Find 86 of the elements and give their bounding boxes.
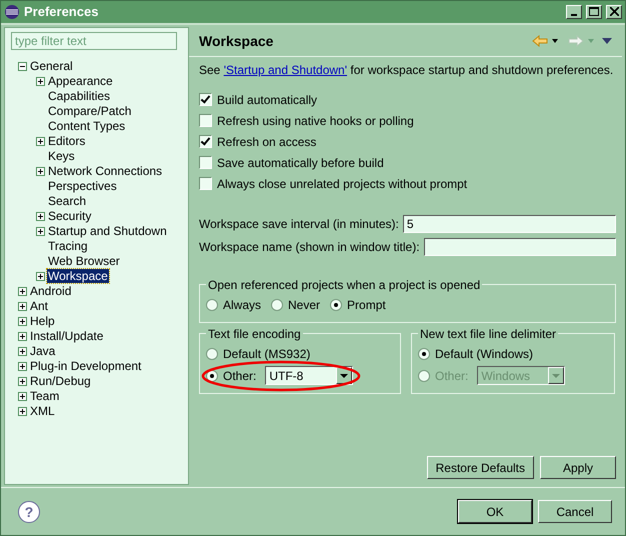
tree-item[interactable]: Help bbox=[29, 314, 56, 328]
expand-toggle[interactable] bbox=[36, 76, 45, 86]
menu-caret-icon[interactable] bbox=[602, 38, 612, 44]
app-icon bbox=[4, 4, 20, 20]
tree-item[interactable]: Java bbox=[29, 344, 56, 358]
expand-toggle[interactable] bbox=[18, 406, 27, 416]
group-title: New text file line delimiter bbox=[419, 326, 558, 341]
radio-button[interactable] bbox=[418, 348, 430, 360]
expand-toggle[interactable] bbox=[18, 286, 27, 296]
radio-label: Never bbox=[288, 298, 320, 312]
checkbox-label: Save automatically before build bbox=[217, 156, 384, 170]
radio-label: Other: bbox=[223, 368, 256, 383]
input-field[interactable]: 5 bbox=[402, 214, 616, 233]
minimize-button[interactable] bbox=[566, 4, 582, 19]
tree-item[interactable]: Content Types bbox=[47, 119, 126, 134]
checkbox-label: Build automatically bbox=[217, 92, 318, 107]
radio-label: Default (Windows) bbox=[435, 346, 534, 361]
radio-button[interactable] bbox=[330, 298, 342, 311]
tree-item[interactable]: Startup and Shutdown bbox=[47, 224, 168, 238]
dialog-button[interactable]: Cancel bbox=[538, 500, 612, 524]
tree-item[interactable]: General bbox=[29, 59, 74, 74]
tree-item[interactable]: Search bbox=[47, 194, 88, 208]
checkbox[interactable] bbox=[199, 177, 212, 190]
radio-button[interactable] bbox=[271, 298, 284, 311]
checkbox-label: Refresh on access bbox=[217, 134, 316, 149]
window-title: Preferences bbox=[24, 4, 100, 20]
maximize-button[interactable] bbox=[586, 4, 602, 19]
expand-toggle[interactable] bbox=[18, 316, 27, 326]
dialog-button[interactable]: OK bbox=[458, 500, 532, 524]
radio-label: Always bbox=[223, 298, 262, 312]
checkbox[interactable] bbox=[199, 156, 212, 170]
page-button[interactable]: Restore Defaults bbox=[426, 456, 534, 480]
tree-item[interactable]: Web Browser bbox=[47, 254, 121, 268]
radio-button[interactable] bbox=[206, 348, 218, 360]
dropdown[interactable]: UTF-8 bbox=[265, 366, 354, 386]
expand-toggle[interactable] bbox=[18, 346, 27, 356]
expand-toggle[interactable] bbox=[36, 272, 45, 281]
tree-item[interactable]: Run/Debug bbox=[29, 374, 92, 388]
expand-toggle[interactable] bbox=[36, 226, 45, 236]
tree-item[interactable]: Plug-in Development bbox=[29, 359, 142, 374]
expand-toggle[interactable] bbox=[36, 166, 45, 176]
tree-item[interactable]: Editors bbox=[47, 134, 86, 148]
tree-item[interactable]: Ant bbox=[29, 299, 50, 314]
startup-link[interactable]: 'Startup and Shutdown' bbox=[224, 62, 348, 77]
group-title: Open referenced projects when a project is opened bbox=[207, 278, 482, 292]
collapse-toggle[interactable] bbox=[18, 62, 27, 71]
checkbox[interactable] bbox=[199, 93, 212, 106]
help-button[interactable]: ? bbox=[18, 500, 40, 523]
tree-item[interactable]: Capabilities bbox=[47, 89, 112, 104]
intro-text: See 'Startup and Shutdown' for workspace startup and shutdown preferences. bbox=[199, 62, 614, 77]
expand-toggle[interactable] bbox=[18, 332, 27, 341]
input-field[interactable] bbox=[424, 238, 616, 256]
close-button[interactable] bbox=[606, 4, 622, 19]
tree-item[interactable]: Install/Update bbox=[29, 329, 104, 344]
tree-item[interactable]: XML bbox=[29, 404, 56, 418]
expand-toggle[interactable] bbox=[36, 136, 45, 146]
checkbox-label: Refresh using native hooks or polling bbox=[217, 114, 414, 128]
caret-icon[interactable] bbox=[552, 39, 558, 44]
checkbox[interactable] bbox=[199, 135, 212, 148]
radio-label: Default (MS932) bbox=[223, 346, 310, 361]
field-label: Workspace save interval (in minutes): bbox=[199, 216, 399, 231]
group-title: Text file encoding bbox=[207, 326, 302, 341]
page-button[interactable]: Apply bbox=[540, 456, 616, 480]
tree-item[interactable]: Tracing bbox=[47, 239, 89, 254]
radio-label: Prompt bbox=[347, 298, 386, 312]
checkbox[interactable] bbox=[199, 114, 212, 128]
expand-toggle[interactable] bbox=[36, 212, 45, 221]
tree-item[interactable]: Team bbox=[29, 389, 60, 404]
radio-label: Other: bbox=[435, 368, 468, 383]
filter-field[interactable]: type filter text bbox=[11, 32, 177, 50]
tree-item[interactable]: Appearance bbox=[47, 74, 114, 88]
page-title: Workspace bbox=[199, 33, 274, 50]
tree-item[interactable]: Security bbox=[47, 209, 92, 224]
field-label: Workspace name (shown in window title): bbox=[199, 240, 420, 254]
expand-toggle[interactable] bbox=[18, 392, 27, 401]
tree-item[interactable]: Keys bbox=[47, 149, 76, 164]
checkbox-label: Always close unrelated projects without prompt bbox=[217, 176, 468, 191]
expand-toggle[interactable] bbox=[18, 376, 27, 386]
expand-toggle[interactable] bbox=[18, 302, 27, 311]
tree-item[interactable]: Workspace bbox=[47, 269, 109, 284]
expand-toggle[interactable] bbox=[18, 362, 27, 371]
tree-item[interactable]: Android bbox=[29, 284, 72, 298]
radio-button[interactable] bbox=[206, 298, 218, 311]
tree-item[interactable]: Perspectives bbox=[47, 179, 118, 194]
tree-item[interactable]: Network Connections bbox=[47, 164, 164, 178]
tree-item[interactable]: Compare/Patch bbox=[47, 104, 132, 118]
